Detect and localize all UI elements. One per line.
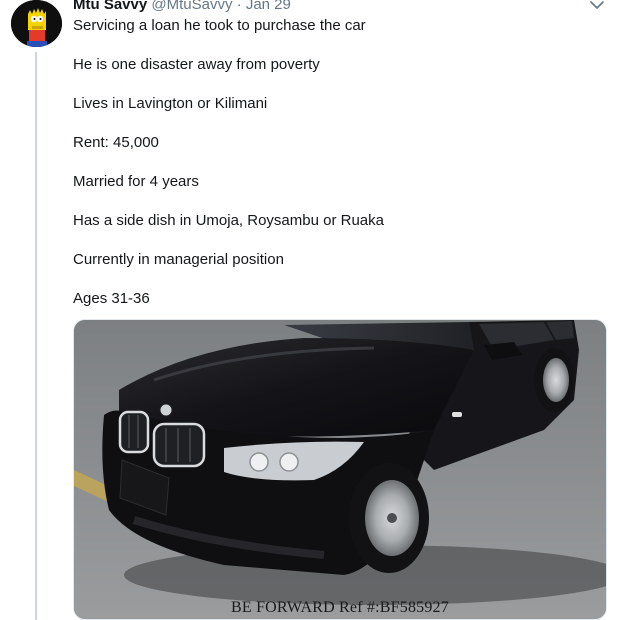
image-watermark: BE FORWARD Ref #:BF585927 [231,599,449,616]
tweet-header: Mtu Savvy @MtuSavvy · Jan 29 [73,0,291,14]
tweet-line: Married for 4 years [73,173,199,190]
tweet-media-image[interactable]: BE FORWARD Ref #:BF585927 [73,319,607,620]
avatar-image [11,0,62,47]
tweet-line: He is one disaster away from poverty [73,56,320,73]
thread-line [35,52,37,620]
tweet-date[interactable]: Jan 29 [246,0,291,13]
tweet-line: Ages 31-36 [73,290,150,307]
tweet: Mtu Savvy @MtuSavvy · Jan 29 Servicing a… [0,0,617,620]
tweet-line: Lives in Lavington or Kilimani [73,95,268,112]
car-photo [74,320,606,619]
chevron-down-icon[interactable] [589,0,605,10]
separator-dot: · [236,0,242,13]
avatar[interactable] [11,0,62,47]
tweet-line: Has a side dish in Umoja, Roysambu or Ru… [73,212,384,229]
author-handle[interactable]: @MtuSavvy [151,0,232,13]
tweet-text: Servicing a loan he took to purchase the… [73,16,593,328]
tweet-line: Currently in managerial position [73,251,284,268]
author-name[interactable]: Mtu Savvy [73,0,147,13]
tweet-line: Servicing a loan he took to purchase the… [73,17,366,34]
tweet-line: Rent: 45,000 [73,134,159,151]
